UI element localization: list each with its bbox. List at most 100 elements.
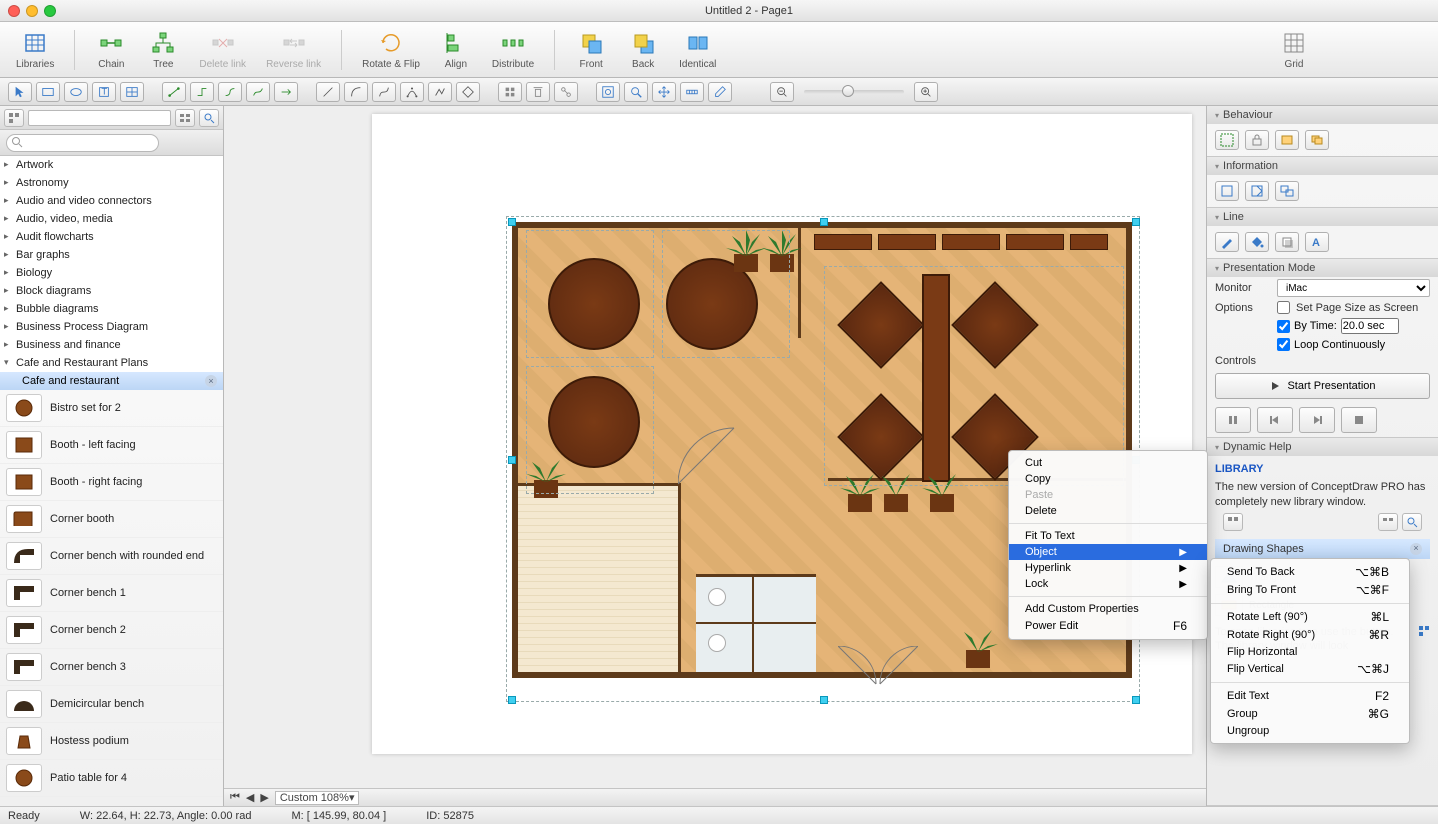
toolbar-back[interactable]: Back xyxy=(623,29,663,70)
connector-tool-4[interactable] xyxy=(246,82,270,102)
context-menu-item[interactable]: Delete xyxy=(1009,503,1207,519)
zoom-out[interactable] xyxy=(770,82,794,102)
opt-page-size-check[interactable] xyxy=(1277,301,1290,314)
help-grid-view[interactable] xyxy=(1378,513,1398,531)
context-submenu-item[interactable]: Flip Horizontal xyxy=(1211,644,1409,660)
context-submenu-item[interactable]: Flip Vertical⌥⌘J xyxy=(1211,660,1409,678)
library-shape-item[interactable]: Corner bench with rounded end xyxy=(0,538,223,575)
pan-tool[interactable] xyxy=(652,82,676,102)
library-selected-category[interactable]: Cafe and restaurant× xyxy=(0,372,223,390)
library-grid-view[interactable] xyxy=(175,109,195,127)
selection-handle[interactable] xyxy=(508,456,516,464)
rect-tool[interactable] xyxy=(36,82,60,102)
library-category[interactable]: Artwork xyxy=(0,156,223,174)
connector-tool-5[interactable] xyxy=(274,82,298,102)
library-search-button[interactable] xyxy=(199,109,219,127)
arc-tool[interactable] xyxy=(344,82,368,102)
context-menu-item[interactable]: Hyperlink▶ xyxy=(1009,560,1207,576)
page-nav-next[interactable]: ▶ xyxy=(260,791,268,804)
context-menu-item[interactable]: Fit To Text xyxy=(1009,528,1207,544)
toolbar-align[interactable]: Align xyxy=(436,29,476,70)
library-filter-input[interactable] xyxy=(28,110,171,126)
help-search-button[interactable] xyxy=(1402,513,1422,531)
bench[interactable] xyxy=(1006,234,1064,250)
context-submenu-item[interactable]: Ungroup xyxy=(1211,723,1409,739)
context-menu[interactable]: CutCopyPasteDeleteFit To TextObject▶Hype… xyxy=(1008,450,1208,640)
context-menu-item[interactable]: Cut xyxy=(1009,455,1207,471)
eyedropper-tool[interactable] xyxy=(708,82,732,102)
selection-handle[interactable] xyxy=(820,218,828,226)
measure-tool[interactable] xyxy=(680,82,704,102)
context-submenu-item[interactable]: Bring To Front⌥⌘F xyxy=(1211,581,1409,599)
toolbar-chain[interactable]: Chain xyxy=(91,29,131,70)
cursor-tool[interactable] xyxy=(8,82,32,102)
align-tool-3[interactable] xyxy=(554,82,578,102)
behaviour-btn-3[interactable] xyxy=(1275,130,1299,150)
library-category[interactable]: Business and finance xyxy=(0,336,223,354)
pres-pause[interactable] xyxy=(1215,407,1251,433)
library-category[interactable]: Business Process Diagram xyxy=(0,318,223,336)
polygon-tool[interactable] xyxy=(456,82,480,102)
context-submenu-item[interactable]: Group⌘G xyxy=(1211,705,1409,723)
context-menu-item[interactable]: Lock▶ xyxy=(1009,576,1207,592)
pres-next[interactable] xyxy=(1299,407,1335,433)
library-category[interactable]: Astronomy xyxy=(0,174,223,192)
library-shape-item[interactable]: Bistro set for 2 xyxy=(0,390,223,427)
library-tree[interactable]: ArtworkAstronomyAudio and video connecto… xyxy=(0,156,223,390)
context-menu-item[interactable]: Add Custom Properties xyxy=(1009,601,1207,617)
library-category[interactable]: Audio and video connectors xyxy=(0,192,223,210)
zoom-slider[interactable] xyxy=(804,90,904,94)
selection-handle[interactable] xyxy=(820,696,828,704)
line-tool[interactable] xyxy=(316,82,340,102)
plant[interactable] xyxy=(958,628,998,668)
library-category[interactable]: Biology xyxy=(0,264,223,282)
help-tree-toggle[interactable] xyxy=(1223,513,1243,531)
library-category[interactable]: Audio, video, media xyxy=(0,210,223,228)
context-submenu-item[interactable]: Send To Back⌥⌘B xyxy=(1211,563,1409,581)
toolbar-delete-link[interactable]: Delete link xyxy=(195,29,250,70)
context-menu-item[interactable]: Object▶ xyxy=(1009,544,1207,560)
by-time-input[interactable] xyxy=(1341,318,1399,334)
info-btn-3[interactable] xyxy=(1275,181,1299,201)
bench[interactable] xyxy=(878,234,936,250)
selection-handle[interactable] xyxy=(508,218,516,226)
context-submenu[interactable]: Send To Back⌥⌘BBring To Front⌥⌘F Rotate L… xyxy=(1210,558,1410,744)
connector-tool-2[interactable] xyxy=(190,82,214,102)
library-shape-item[interactable]: Patio table for 4 xyxy=(0,760,223,797)
toolbar-reverse-link[interactable]: Reverse link xyxy=(262,29,325,70)
page-nav-first[interactable]: ⏮ xyxy=(230,791,240,804)
line-fill-btn[interactable] xyxy=(1245,232,1269,252)
table-tool[interactable] xyxy=(120,82,144,102)
connector-tool-1[interactable] xyxy=(162,82,186,102)
library-shape-item[interactable]: Booth - right facing xyxy=(0,464,223,501)
toolbar-identical[interactable]: Identical xyxy=(675,29,720,70)
context-submenu-item[interactable]: Rotate Left (90°)⌘L xyxy=(1211,608,1409,626)
selection-handle[interactable] xyxy=(1132,696,1140,704)
toolbar-libraries[interactable]: Libraries xyxy=(12,29,58,70)
library-shape-item[interactable]: Corner booth xyxy=(0,501,223,538)
behaviour-header[interactable]: ▾Behaviour xyxy=(1207,106,1438,124)
close-drawing-shapes[interactable]: × xyxy=(1410,543,1422,555)
drawing-shapes-header[interactable]: Drawing Shapes × xyxy=(1215,539,1430,559)
context-menu-item[interactable]: Power EditF6 xyxy=(1009,617,1207,635)
presentation-header[interactable]: ▾Presentation Mode xyxy=(1207,259,1438,277)
window-close-button[interactable] xyxy=(8,5,20,17)
align-tool-2[interactable] xyxy=(526,82,550,102)
behaviour-btn-1[interactable] xyxy=(1215,130,1239,150)
behaviour-btn-4[interactable] xyxy=(1305,130,1329,150)
help-tree-icon[interactable] xyxy=(1418,625,1430,654)
line-text-btn[interactable]: A xyxy=(1305,232,1329,252)
library-category[interactable]: Cafe and Restaurant Plans xyxy=(0,354,223,372)
library-shape-item[interactable]: Hostess podium xyxy=(0,723,223,760)
align-tool-1[interactable] xyxy=(498,82,522,102)
window-zoom-button[interactable] xyxy=(44,5,56,17)
close-category[interactable]: × xyxy=(205,375,217,387)
toolbar-distribute[interactable]: Distribute xyxy=(488,29,538,70)
selection-handle[interactable] xyxy=(508,696,516,704)
info-btn-1[interactable] xyxy=(1215,181,1239,201)
start-presentation-button[interactable]: Start Presentation xyxy=(1215,373,1430,399)
selection-handle[interactable] xyxy=(1132,218,1140,226)
library-shapes-list[interactable]: Bistro set for 2Booth - left facingBooth… xyxy=(0,390,223,806)
help-link[interactable]: LIBRARY xyxy=(1215,462,1430,476)
zoom-slider-thumb[interactable] xyxy=(842,85,854,97)
